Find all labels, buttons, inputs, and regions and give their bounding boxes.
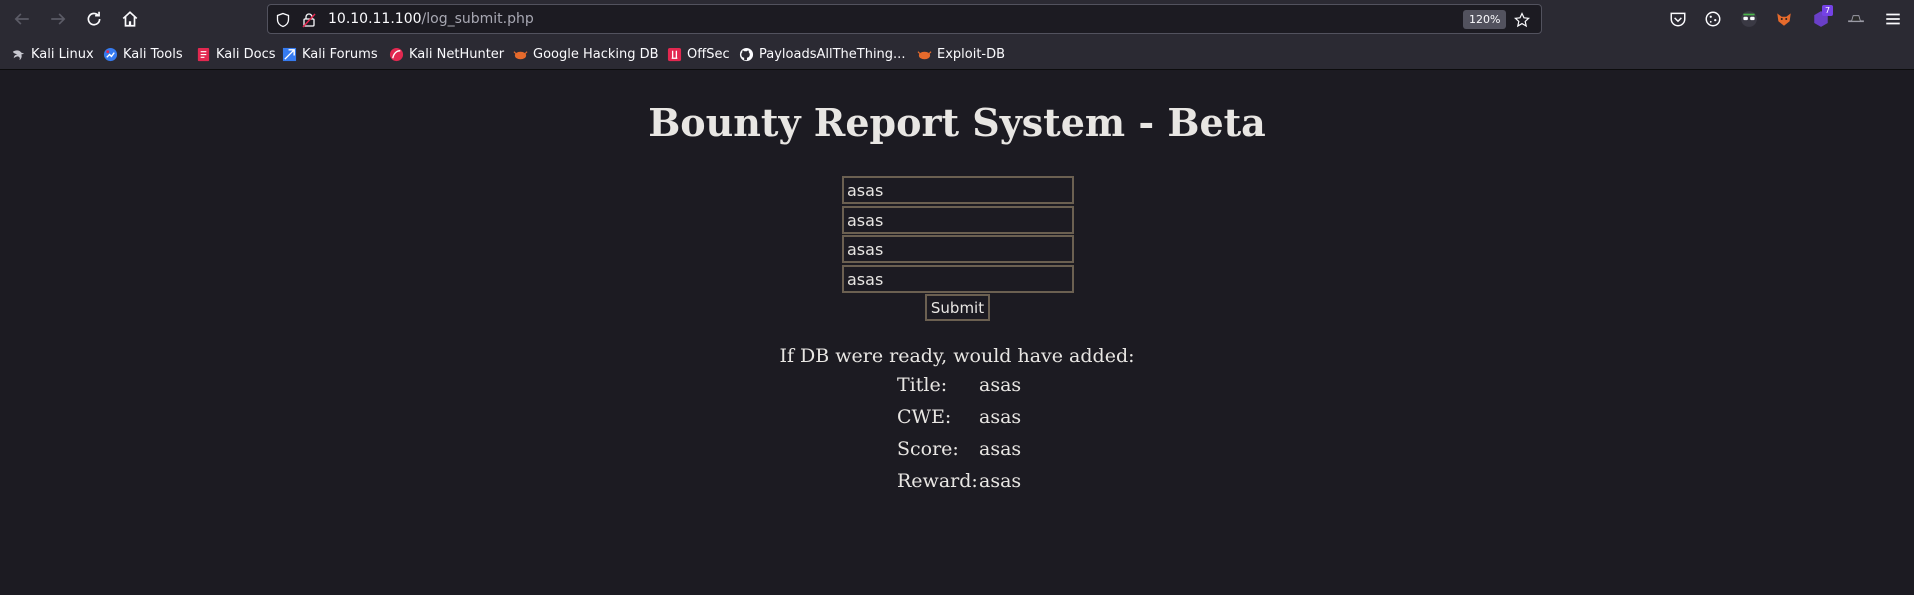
reward-input[interactable] [842, 265, 1074, 293]
bookmark-star-icon[interactable] [1513, 11, 1531, 29]
result-row-score: Score: asas [897, 438, 1021, 460]
bookmark-label: Exploit-DB [937, 46, 1006, 62]
title-input[interactable] [842, 176, 1074, 204]
url-bar[interactable]: 10.10.11.100/log_submit.php 120% [267, 4, 1542, 34]
reload-icon [87, 11, 101, 26]
bookmark-exploit-db[interactable]: Exploit-DB [917, 44, 1005, 64]
kali-forums-icon [282, 47, 297, 61]
forward-button[interactable] [46, 7, 70, 31]
spy-extension-icon[interactable] [1738, 8, 1760, 30]
result-row-title: Title: asas [897, 374, 1021, 396]
kali-dragon-icon [12, 49, 25, 60]
result-row-cwe: CWE: asas [897, 406, 1021, 428]
bookmark-label: Kali Tools [123, 46, 183, 62]
github-icon [739, 47, 754, 61]
bookmark-label: Google Hacking DB [533, 46, 659, 62]
bookmark-kali-nethunter[interactable]: Kali NetHunter [389, 44, 504, 64]
nethunter-icon [389, 47, 404, 61]
exploit-db-bug-icon [917, 50, 932, 59]
bookmark-offsec[interactable]: OffSec [667, 44, 730, 64]
bookmark-label: Kali Docs [216, 46, 276, 62]
url-host: 10.10.11.100 [328, 11, 422, 27]
menu-icon[interactable] [1882, 8, 1904, 30]
bookmark-kali-linux[interactable]: Kali Linux [11, 44, 94, 64]
result-value: asas [979, 438, 1022, 460]
result-label: Score: [897, 438, 959, 460]
home-icon [122, 11, 138, 27]
bookmark-label: PayloadsAllTheThing... [759, 46, 906, 62]
bookmark-kali-docs[interactable]: Kali Docs [196, 44, 276, 64]
bookmark-kali-tools[interactable]: Kali Tools [103, 44, 183, 64]
zoom-indicator[interactable]: 120% [1463, 10, 1507, 29]
page-title: Bounty Report System - Beta [648, 100, 1266, 145]
bookmark-kali-forums[interactable]: Kali Forums [282, 44, 378, 64]
kali-docs-icon [197, 47, 210, 61]
result-label: CWE: [897, 406, 952, 428]
score-input[interactable] [842, 235, 1074, 263]
page-content: Bounty Report System - Beta Submit If DB… [0, 70, 1914, 595]
offsec-icon [667, 47, 682, 61]
browser-toolbar: 10.10.11.100/log_submit.php 120% 7 [0, 0, 1914, 37]
url-path: /log_submit.php [421, 11, 534, 27]
home-button[interactable] [118, 7, 142, 31]
result-value: asas [979, 374, 1022, 396]
pocket-icon[interactable] [1667, 8, 1689, 30]
result-row-reward: Reward:asas [897, 470, 1021, 492]
result-value: asas [979, 406, 1022, 428]
back-button[interactable] [10, 7, 34, 31]
kali-tools-icon [103, 47, 118, 61]
result-heading: If DB were ready, would have added: [779, 345, 1135, 367]
bookmark-label: Kali Linux [31, 46, 94, 62]
bookmark-label: Kali Forums [302, 46, 378, 62]
shield-icon[interactable] [274, 11, 292, 29]
cookie-extension-icon[interactable] [1702, 8, 1724, 30]
submit-button[interactable]: Submit [925, 294, 990, 321]
exploit-db-bug-icon [513, 50, 528, 59]
result-label: Title: [897, 374, 948, 396]
arrow-right-icon [51, 13, 66, 25]
reload-button[interactable] [82, 7, 106, 31]
result-value: asas [979, 470, 1022, 492]
bookmark-google-hacking-db[interactable]: Google Hacking DB [513, 44, 659, 64]
bookmark-payloadsallthethings[interactable]: PayloadsAllTheThing... [739, 44, 905, 64]
bookmark-label: Kali NetHunter [409, 46, 505, 62]
bookmarks-toolbar: Kali Linux Kali Tools Kali Docs Kali For… [0, 37, 1914, 70]
extension-badge-icon[interactable]: 7 [1810, 5, 1833, 30]
arrow-left-icon [14, 13, 29, 25]
lock-insecure-icon[interactable] [300, 11, 318, 29]
url-text[interactable]: 10.10.11.100/log_submit.php [328, 11, 534, 27]
extension-badge-count: 7 [1822, 5, 1833, 16]
bookmark-label: OffSec [687, 46, 730, 62]
foxyproxy-icon[interactable] [1773, 8, 1795, 30]
incognito-hat-icon[interactable] [1845, 8, 1867, 30]
result-label: Reward: [897, 470, 978, 492]
cwe-input[interactable] [842, 206, 1074, 234]
